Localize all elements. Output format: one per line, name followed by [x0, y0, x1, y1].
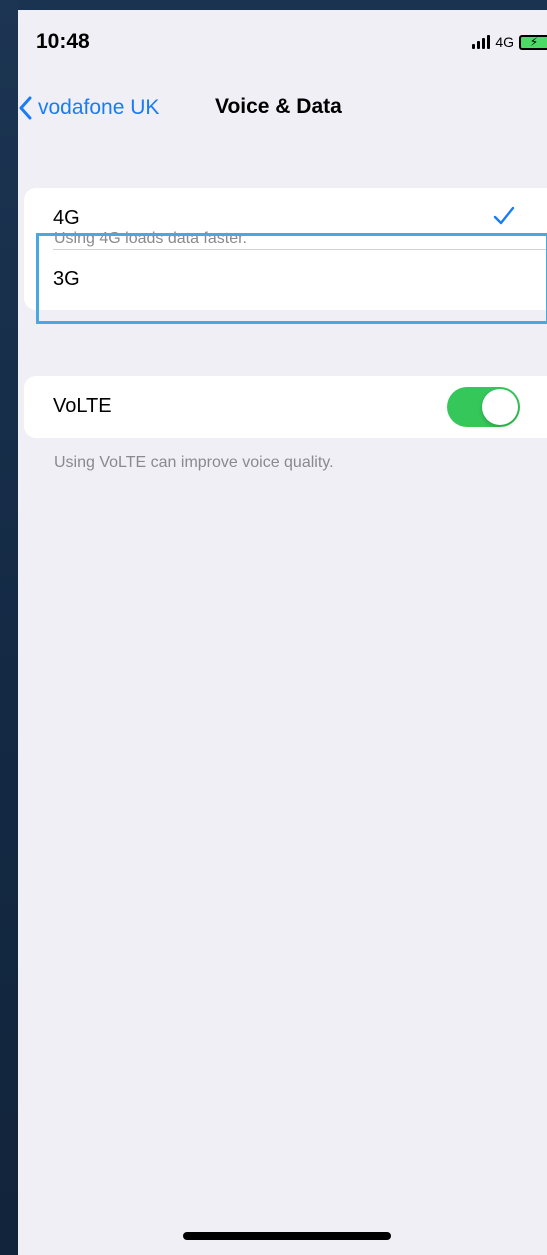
option-3g-label: 3G — [53, 268, 80, 290]
status-indicators: 4G ⚡ — [472, 34, 547, 50]
volte-row: VoLTE — [24, 376, 547, 437]
chevron-left-icon — [19, 96, 32, 120]
back-button-label: vodafone UK — [38, 96, 160, 119]
battery-charging-icon: ⚡ — [519, 34, 547, 50]
volte-label: VoLTE — [53, 395, 112, 417]
status-time: 10:48 — [36, 30, 90, 53]
toggle-knob — [482, 389, 518, 425]
option-3g[interactable]: 3G — [24, 249, 547, 310]
volte-toggle[interactable] — [447, 387, 520, 427]
option-4g-label: 4G — [53, 207, 80, 229]
volte-group: VoLTE — [24, 376, 547, 438]
wallpaper-top — [0, 0, 547, 10]
network-type-label: 4G — [495, 34, 514, 50]
navigation-bar: vodafone UK Voice & Data — [18, 90, 547, 126]
settings-screen: 10:48 4G ⚡ vodafone UK Voice & Data 4G 3… — [18, 10, 547, 1255]
network-footnote: Using 4G loads data faster. — [54, 230, 247, 247]
back-button[interactable]: vodafone UK — [18, 90, 159, 126]
volte-footnote: Using VoLTE can improve voice quality. — [54, 454, 334, 471]
home-indicator[interactable] — [183, 1232, 391, 1240]
status-bar: 10:48 4G ⚡ — [18, 10, 547, 80]
signal-bars-icon — [472, 35, 491, 49]
page-title: Voice & Data — [215, 95, 342, 118]
checkmark-icon — [493, 206, 515, 225]
network-options-group: 4G 3G — [24, 188, 547, 310]
wallpaper-left — [0, 0, 18, 1255]
